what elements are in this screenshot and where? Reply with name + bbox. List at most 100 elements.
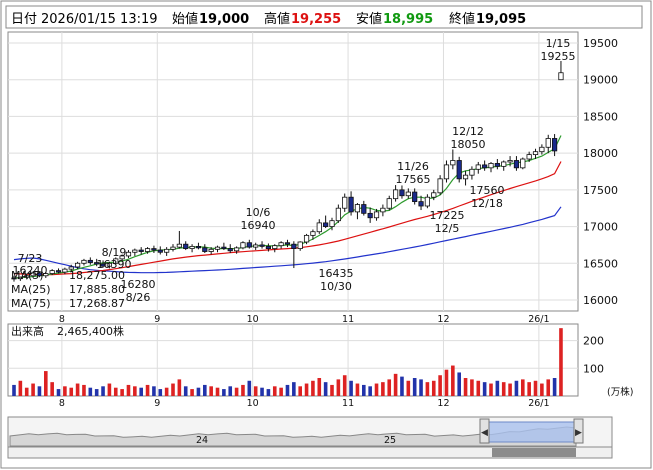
candle-down — [291, 243, 297, 249]
candle-up — [144, 248, 151, 252]
volume-bar — [495, 380, 500, 396]
volume-bar — [533, 380, 538, 396]
candle-down — [221, 246, 227, 249]
volume-bar — [241, 384, 245, 396]
high-value: 19,255 — [291, 12, 341, 27]
volume-value: 2,465,400株 — [57, 324, 124, 338]
month-tick-label: 10 — [247, 398, 259, 409]
candle-down — [265, 245, 272, 249]
candle-up — [507, 160, 513, 163]
volume-bar — [63, 386, 67, 396]
volume-bar — [514, 380, 519, 396]
volume-bar — [482, 382, 487, 396]
candle-up — [431, 192, 437, 198]
volume-bar — [311, 380, 315, 396]
candle-up — [214, 246, 221, 250]
navigator-selection[interactable] — [487, 421, 575, 443]
candle-up — [49, 270, 55, 274]
candle-up — [189, 245, 195, 249]
annotation-price: 17560 — [470, 184, 505, 197]
volume-bar — [400, 376, 404, 396]
candle-down — [418, 201, 424, 207]
volume-bar — [298, 386, 302, 396]
volume-bar — [152, 386, 156, 396]
volume-bar — [171, 383, 175, 396]
annotation-price: 18050 — [451, 138, 486, 151]
annotation-date: 1/15 — [546, 37, 571, 50]
range-navigator[interactable]: ◀ ▶ 24 25 — [7, 416, 613, 459]
candle-up — [233, 247, 240, 252]
candle-up — [373, 211, 380, 219]
annotation-price: 17225 — [430, 209, 465, 222]
volume-bar — [82, 384, 86, 396]
candle-down — [55, 270, 62, 273]
navigator-tick-label: 24 — [196, 435, 208, 446]
volume-bar — [24, 387, 29, 396]
legend-value: 17,268.87 — [69, 297, 125, 310]
volume-bar — [31, 383, 35, 396]
annotation-date: 12/5 — [435, 222, 460, 235]
volume-bar — [279, 387, 283, 396]
annotation-date: 11/26 — [397, 160, 429, 173]
candle-up — [386, 198, 392, 209]
volume-bar — [336, 379, 341, 396]
price-tick-label: 18500 — [583, 110, 618, 123]
legend-label: MA(5) — [11, 269, 44, 282]
candle-up — [208, 248, 214, 252]
volume-bar — [126, 384, 131, 396]
volume-bar — [228, 386, 233, 396]
volume-bar — [50, 382, 54, 396]
candle-up — [520, 158, 526, 169]
volume-bar — [349, 380, 353, 396]
volume-bar — [292, 382, 296, 396]
volume-bar — [527, 382, 531, 396]
volume-bar — [215, 387, 220, 396]
candle-down — [183, 243, 189, 249]
candle-up — [392, 189, 399, 200]
price-tick-label: 18000 — [583, 147, 618, 160]
candle-up — [469, 168, 475, 176]
annotation-price: 16435 — [319, 267, 354, 280]
legend-label: MA(25) — [11, 283, 51, 296]
candle-up — [437, 178, 443, 194]
price-tick-label: 19500 — [583, 37, 618, 50]
volume-bar — [247, 380, 252, 396]
volume-bar — [431, 380, 436, 396]
volume-bar — [546, 379, 551, 396]
volume-bar — [444, 369, 449, 396]
price-tick-label: 17000 — [583, 221, 618, 234]
volume-bar — [177, 379, 182, 396]
month-tick-label: 8 — [59, 314, 65, 325]
volume-bar — [419, 379, 423, 396]
right-arrow-icon: ▶ — [575, 428, 582, 438]
volume-bar — [425, 382, 430, 396]
candle-down — [552, 138, 558, 152]
stock-chart-window: 日付 2026/01/15 13:19 始値 19,000 高値 19,255 … — [0, 0, 653, 470]
candle-up — [125, 251, 132, 257]
volume-bar — [387, 379, 392, 396]
volume-bar — [323, 382, 328, 396]
candle-up — [170, 246, 176, 250]
volume-bar — [183, 386, 188, 396]
volume-bar — [113, 387, 118, 396]
month-tick-label: 10 — [247, 314, 259, 325]
volume-bar — [253, 386, 258, 396]
price-tick-label: 16000 — [583, 294, 618, 307]
price-header: 日付 2026/01/15 13:19 始値 19,000 高値 19,255 … — [5, 5, 643, 29]
scrollbar-thumb[interactable] — [492, 448, 576, 457]
volume-bar — [304, 383, 309, 396]
volume-bar — [234, 387, 239, 396]
candle-down — [399, 189, 405, 197]
volume-bar — [164, 387, 169, 396]
volume-tick-label: 100 — [583, 362, 604, 375]
annotation-price: 16280 — [121, 278, 156, 291]
candle-up — [272, 245, 278, 249]
volume-bar — [44, 371, 48, 396]
candle-up — [539, 146, 545, 153]
price-tick-label: 16500 — [583, 257, 618, 270]
candle-down — [202, 247, 208, 252]
candle-down — [323, 222, 329, 227]
volume-bar — [393, 373, 398, 396]
volume-bar — [107, 383, 112, 396]
candle-up — [335, 207, 341, 222]
